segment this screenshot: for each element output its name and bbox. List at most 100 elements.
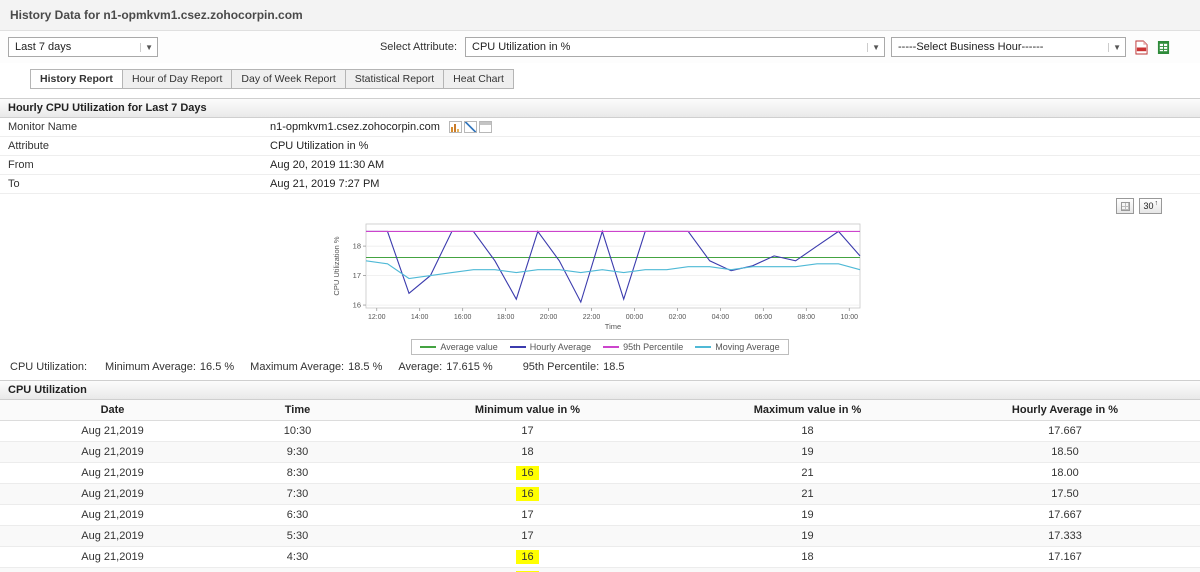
table-cell: 19 <box>685 441 930 463</box>
tab-statistical-report[interactable]: Statistical Report <box>344 69 445 89</box>
info-value: CPU Utilization in % <box>270 137 368 155</box>
legend-label: Average value <box>440 342 498 352</box>
stat-value: 16.5 % <box>199 361 235 373</box>
table-cell: 17.50 <box>930 483 1200 505</box>
table-cell: 9:30 <box>225 441 370 463</box>
table-cell: 16 <box>370 483 685 505</box>
chevron-down-icon: ▼ <box>140 42 153 52</box>
table-cell: 19 <box>685 504 930 526</box>
svg-text:14:00: 14:00 <box>411 314 429 321</box>
stat-value: 17.615 % <box>446 361 493 373</box>
tab-bar: History Report Hour of Day Report Day of W… <box>0 63 1200 89</box>
stats-row: CPU Utilization: Minimum Average: 16.5 % M… <box>0 355 1200 378</box>
table-cell: 4:30 <box>225 546 370 568</box>
toolbar: Last 7 days ▼ Select Attribute: CPU Util… <box>0 31 1200 63</box>
table-cell: Aug 21,2019 <box>0 504 225 526</box>
pdf-export-icon[interactable] <box>1135 40 1148 55</box>
select-attribute-label: Select Attribute: <box>379 41 457 53</box>
svg-text:04:00: 04:00 <box>712 314 730 321</box>
info-value-text: Aug 20, 2019 11:30 AM <box>270 159 385 171</box>
legend-line-sample <box>603 346 620 348</box>
stat-item: Average: 17.615 % <box>398 361 492 373</box>
csv-export-icon[interactable] <box>1157 40 1170 55</box>
bar-chart-icon[interactable] <box>448 121 462 133</box>
report-info: Monitor Name n1-opmkvm1.csez.zohocorpin.c… <box>0 118 1200 194</box>
highlighted-value: 16 <box>516 550 539 564</box>
history-chart: 16 17 18 12:00 14:00 16:00 18:00 20:00 22:00 00:0… <box>332 223 861 331</box>
table-cell: 17.50 <box>930 567 1200 572</box>
last-30-points-button[interactable]: 30 ↑ <box>1139 198 1162 214</box>
last-30-points-label: 30 <box>1143 201 1154 211</box>
table-cell: 18 <box>685 546 930 568</box>
svg-text:06:00: 06:00 <box>755 314 773 321</box>
stat-value: 18.5 <box>603 361 625 373</box>
table-row: Aug 21,2019 5:30 17 19 17.333 <box>0 525 1200 547</box>
table-header-row: Date Time Minimum value in % Maximum value … <box>0 400 1200 421</box>
legend-label: 95th Percentile <box>623 342 684 352</box>
table-cell: Aug 21,2019 <box>0 525 225 547</box>
tab-heat-chart[interactable]: Heat Chart <box>443 69 514 89</box>
svg-text:16: 16 <box>353 301 361 310</box>
legend-item: Average value <box>420 342 498 352</box>
svg-text:12:00: 12:00 <box>368 314 386 321</box>
legend-item: Hourly Average <box>509 342 592 352</box>
table-cell: 17.333 <box>930 525 1200 547</box>
table-cell: 19 <box>685 525 930 547</box>
table-cell: 21 <box>685 483 930 505</box>
attribute-select[interactable]: CPU Utilization in % ▼ <box>465 37 885 57</box>
table-row: Aug 21,2019 7:30 16 21 17.50 <box>0 483 1200 505</box>
table-cell: 3:30 <box>225 567 370 572</box>
info-row: Monitor Name n1-opmkvm1.csez.zohocorpin.c… <box>0 118 1200 137</box>
attribute-select-value: CPU Utilization in % <box>472 41 571 53</box>
stat-label: Minimum Average: <box>105 361 196 373</box>
stat-value: 18.5 % <box>348 361 383 373</box>
table-cell: 22 <box>685 567 930 572</box>
table-cell: 8:30 <box>225 462 370 484</box>
cpu-table-body: Aug 21,2019 10:30 17 18 17.667 Aug 21,2019 9:3… <box>0 420 1200 572</box>
table-cell: 18 <box>685 420 930 442</box>
table-row: Aug 21,2019 9:30 18 19 18.50 <box>0 441 1200 463</box>
monitor-action-icons <box>448 121 492 133</box>
stat-label: Maximum Average: <box>250 361 345 373</box>
stat-item: 95th Percentile: 18.5 <box>523 361 625 373</box>
svg-text:Time: Time <box>605 322 621 331</box>
table-cell: 17 <box>370 420 685 442</box>
stats-prefix: CPU Utilization: <box>10 361 88 373</box>
chart-controls: 30 ↑ <box>0 198 1200 216</box>
table-cell: 5:30 <box>225 525 370 547</box>
table-row: Aug 21,2019 10:30 17 18 17.667 <box>0 420 1200 442</box>
table-row: Aug 21,2019 6:30 17 19 17.667 <box>0 504 1200 526</box>
business-hour-select-value: -----Select Business Hour------ <box>898 41 1044 53</box>
chart-center: 16 17 18 12:00 14:00 16:00 18:00 20:00 22:00 00:0… <box>0 216 1200 355</box>
table-cell: 18 <box>370 441 685 463</box>
table-cell: 17 <box>370 504 685 526</box>
stat-item: Minimum Average: 16.5 % <box>105 361 234 373</box>
table-cell: Aug 21,2019 <box>0 546 225 568</box>
stat-label: Average: <box>398 361 443 373</box>
popup-window-icon[interactable] <box>478 121 492 133</box>
legend-label: Moving Average <box>715 342 780 352</box>
info-label: Monitor Name <box>8 121 78 133</box>
table-cell: 21 <box>685 462 930 484</box>
info-value-text: CPU Utilization in % <box>270 140 369 152</box>
svg-text:17: 17 <box>353 271 361 280</box>
info-row: Attribute CPU Utilization in % <box>0 137 1200 156</box>
period-select[interactable]: Last 7 days ▼ <box>8 37 158 57</box>
grid-view-button[interactable] <box>1116 198 1135 214</box>
table-cell: 10:30 <box>225 420 370 442</box>
info-label: From <box>8 159 34 171</box>
tab-history-report[interactable]: History Report <box>30 69 123 89</box>
info-value-text: Aug 21, 2019 7:27 PM <box>270 178 380 190</box>
svg-text:10:00: 10:00 <box>840 314 858 321</box>
tab-hour-of-day-report[interactable]: Hour of Day Report <box>121 69 233 89</box>
info-row: From Aug 20, 2019 11:30 AM <box>0 156 1200 175</box>
line-graph-icon[interactable] <box>463 121 477 133</box>
info-value: n1-opmkvm1.csez.zohocorpin.com <box>270 118 492 136</box>
table-row: Aug 21,2019 4:30 16 18 17.167 <box>0 546 1200 568</box>
legend-label: Hourly Average <box>529 342 592 352</box>
table-cell: Aug 21,2019 <box>0 441 225 463</box>
business-hour-select[interactable]: -----Select Business Hour------ ▼ <box>891 37 1126 57</box>
legend-line-sample <box>420 346 437 348</box>
table-cell: 17 <box>370 525 685 547</box>
tab-day-of-week-report[interactable]: Day of Week Report <box>231 69 346 89</box>
